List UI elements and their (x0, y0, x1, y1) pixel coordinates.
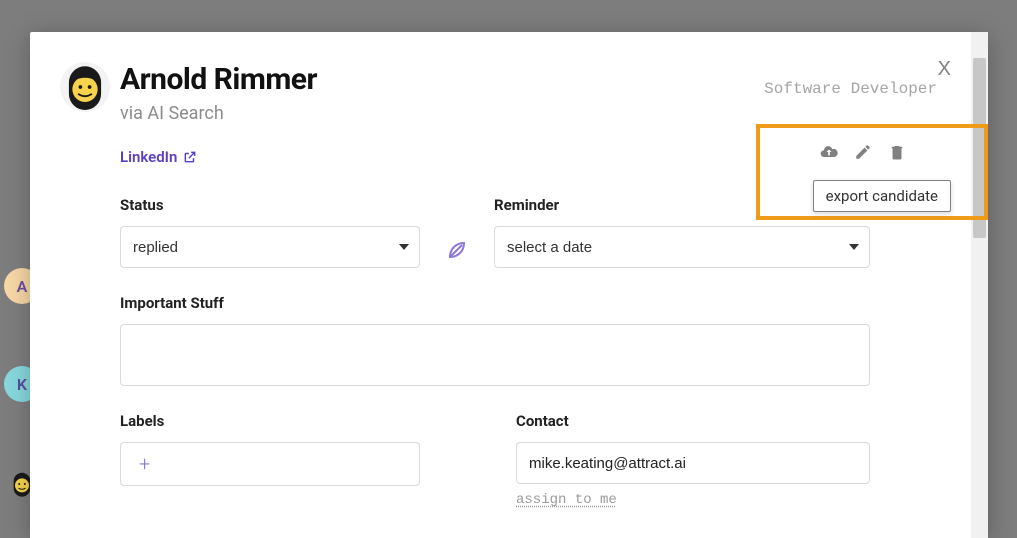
close-button[interactable]: X (938, 58, 951, 81)
delete-icon[interactable] (887, 142, 907, 162)
status-label: Status (120, 196, 420, 214)
scrollbar-thumb[interactable] (973, 58, 986, 238)
export-icon[interactable] (819, 142, 839, 162)
labels-add[interactable]: + (120, 442, 420, 486)
export-tooltip: export candidate (813, 180, 951, 212)
reminder-select[interactable]: select a date (494, 226, 870, 268)
important-label: Important Stuff (120, 294, 870, 312)
labels-label: Labels (120, 412, 420, 430)
leaf-icon (445, 238, 469, 262)
modal-scrollbar[interactable] (971, 32, 988, 538)
candidate-avatar (60, 62, 110, 112)
candidate-source: via AI Search (120, 103, 941, 124)
important-textarea[interactable] (120, 324, 870, 386)
status-select[interactable]: replied (120, 226, 420, 268)
contact-input[interactable] (516, 442, 870, 484)
edit-icon[interactable] (853, 142, 873, 162)
external-link-icon (183, 150, 197, 164)
linkedin-link[interactable]: LinkedIn (120, 148, 197, 166)
candidate-modal: X Software Developer export candidate (30, 32, 988, 538)
linkedin-label: LinkedIn (120, 148, 177, 166)
assign-to-me[interactable]: assign to me (516, 492, 870, 508)
action-icon-row (819, 142, 907, 162)
contact-label: Contact (516, 412, 870, 430)
candidate-role: Software Developer (764, 80, 937, 98)
